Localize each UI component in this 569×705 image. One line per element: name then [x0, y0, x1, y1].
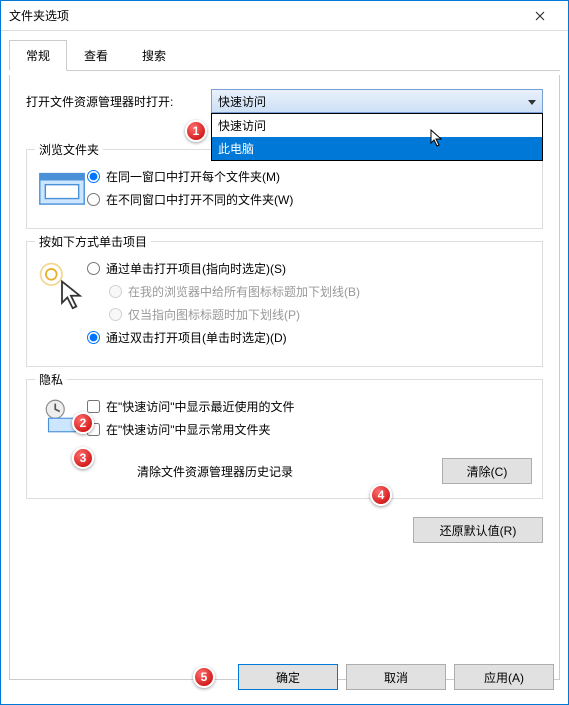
radio-same-window[interactable]: 在同一窗口中打开每个文件夹(M) [87, 168, 532, 185]
radio-double-click[interactable]: 通过双击打开项目(单击时选定)(D) [87, 329, 532, 346]
restore-defaults-button[interactable]: 还原默认值(R) [413, 517, 543, 543]
check-frequent-folders[interactable]: 在"快速访问"中显示常用文件夹 [87, 421, 532, 438]
click-behavior-group: 按如下方式单击项目 通过单击打开项目(指向时选定)(S) 在我的浏览器中给所有图… [26, 241, 543, 367]
folder-window-icon [37, 162, 87, 210]
privacy-icon [37, 392, 87, 434]
tab-panel-general: 打开文件资源管理器时打开: 快速访问 快速访问 此电脑 1 浏览文件夹 [9, 75, 560, 680]
tab-general[interactable]: 常规 [9, 40, 67, 71]
restore-row: 还原默认值(R) [26, 517, 543, 543]
combo-selected-text: 快速访问 [218, 93, 266, 110]
open-with-combobox[interactable]: 快速访问 [211, 89, 543, 113]
check-recent-files[interactable]: 在"快速访问"中显示最近使用的文件 [87, 398, 532, 415]
clear-history-row: 清除文件资源管理器历史记录 清除(C) [137, 458, 532, 484]
close-icon [535, 11, 545, 21]
cancel-button[interactable]: 取消 [346, 664, 446, 690]
content-area: 常规 查看 搜索 打开文件资源管理器时打开: 快速访问 快速访问 此电脑 1 浏… [1, 31, 568, 688]
radio-underline-all-input [109, 285, 122, 298]
chevron-down-icon [528, 94, 536, 108]
tab-view[interactable]: 查看 [67, 40, 125, 71]
dialog-buttons: 确定 取消 应用(A) [238, 664, 554, 690]
click-legend: 按如下方式单击项目 [35, 233, 151, 250]
combo-item-quick-access[interactable]: 快速访问 [212, 114, 542, 137]
apply-button[interactable]: 应用(A) [454, 664, 554, 690]
open-with-row: 打开文件资源管理器时打开: 快速访问 快速访问 此电脑 [26, 89, 543, 113]
radio-underline-point: 仅当指向图标标题时加下划线(P) [109, 306, 532, 323]
click-icon [37, 254, 87, 310]
privacy-group: 隐私 在"快速访问"中显示最近使用的文件 在"快速访问"中显示常用文件夹 清 [26, 379, 543, 499]
privacy-legend: 隐私 [35, 371, 67, 388]
tab-search[interactable]: 搜索 [125, 40, 183, 71]
titlebar: 文件夹选项 [1, 1, 568, 31]
radio-underline-point-input [109, 308, 122, 321]
close-button[interactable] [520, 2, 560, 30]
ok-button[interactable]: 确定 [238, 664, 338, 690]
open-with-combo: 快速访问 快速访问 此电脑 [211, 89, 543, 113]
combo-dropdown-list: 快速访问 此电脑 [211, 113, 543, 161]
radio-new-window[interactable]: 在不同窗口中打开不同的文件夹(W) [87, 191, 532, 208]
radio-underline-all: 在我的浏览器中给所有图标标题加下划线(B) [109, 283, 532, 300]
radio-double-click-input[interactable] [87, 331, 100, 344]
annotation-marker-1: 1 [185, 120, 207, 142]
radio-single-click-input[interactable] [87, 262, 100, 275]
clear-history-label: 清除文件资源管理器历史记录 [137, 463, 442, 480]
open-with-label: 打开文件资源管理器时打开: [26, 93, 211, 110]
clear-button[interactable]: 清除(C) [442, 458, 532, 484]
radio-single-click[interactable]: 通过单击打开项目(指向时选定)(S) [87, 260, 532, 277]
check-recent-files-input[interactable] [87, 400, 100, 413]
browse-legend: 浏览文件夹 [35, 141, 103, 158]
window-title: 文件夹选项 [9, 7, 520, 24]
browse-folders-group: 浏览文件夹 在同一窗口中打开每个文件夹(M) 在不同窗口中打开不同的文件夹(W) [26, 149, 543, 229]
radio-new-window-input[interactable] [87, 193, 100, 206]
combo-item-this-pc[interactable]: 此电脑 [212, 137, 542, 160]
tab-strip: 常规 查看 搜索 [9, 39, 560, 71]
radio-same-window-input[interactable] [87, 170, 100, 183]
check-frequent-folders-input[interactable] [87, 423, 100, 436]
